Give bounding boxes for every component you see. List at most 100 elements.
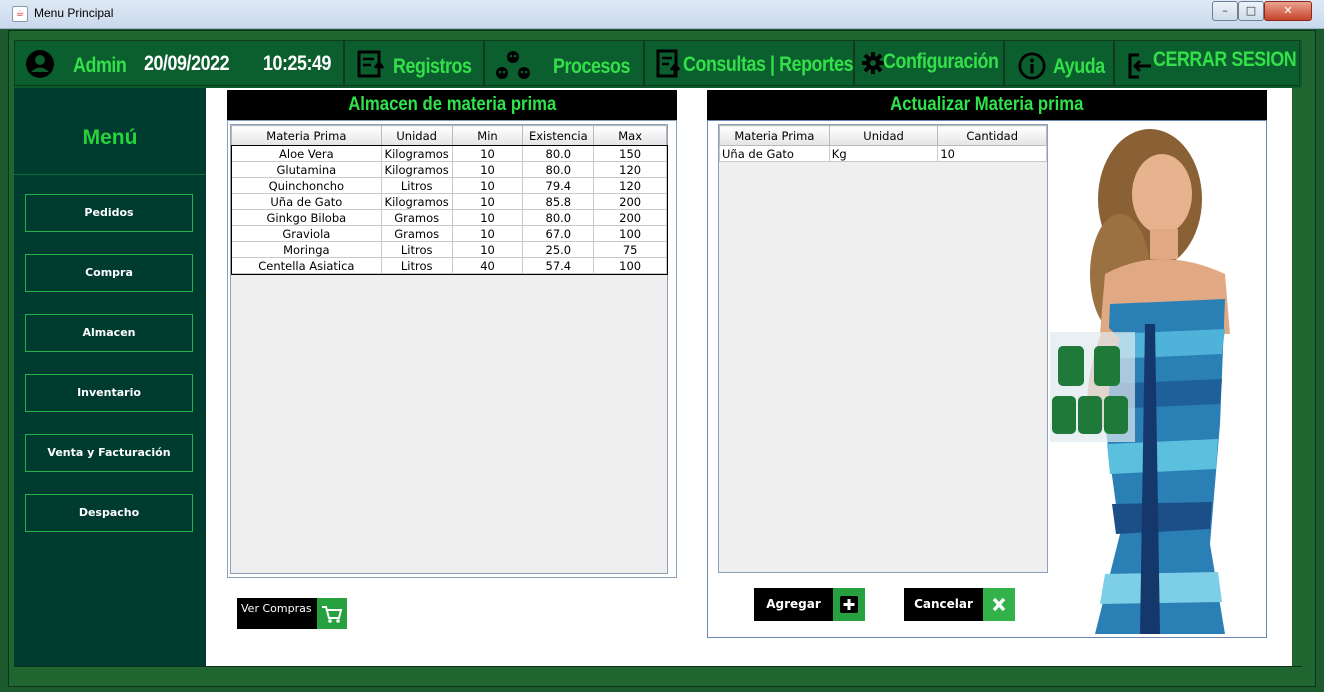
cell-materia[interactable]: Graviola bbox=[231, 225, 382, 242]
actualizar-header: Actualizar Materia prima bbox=[707, 90, 1267, 120]
almacen-title: Almacen de materia prima bbox=[347, 94, 557, 115]
cell-min[interactable]: 10 bbox=[451, 225, 524, 242]
actualizar-table[interactable]: Materia Prima Unidad Cantidad Uña de Gat… bbox=[719, 125, 1047, 162]
menu-procesos[interactable]: Procesos bbox=[484, 40, 644, 86]
plus-icon-bg bbox=[833, 588, 865, 621]
cell-max[interactable]: 120 bbox=[593, 161, 667, 178]
window-titlebar: ☕ Menu Principal – □ ✕ bbox=[0, 0, 1324, 29]
cell-max[interactable]: 200 bbox=[593, 193, 667, 210]
window-title: Menu Principal bbox=[34, 6, 114, 20]
col-materia-prima[interactable]: Materia Prima bbox=[231, 125, 382, 146]
cell-existencia[interactable]: 80.0 bbox=[522, 209, 595, 226]
menu-registros[interactable]: Registros bbox=[344, 40, 484, 86]
menu-ayuda[interactable]: Ayuda bbox=[1004, 40, 1114, 86]
cell-existencia[interactable]: 85.8 bbox=[522, 193, 595, 210]
cell-existencia[interactable]: 80.0 bbox=[522, 145, 595, 162]
sidebar-item-almacen[interactable]: Almacen bbox=[25, 314, 193, 352]
cell-min[interactable]: 10 bbox=[451, 241, 524, 258]
cell-unidad[interactable]: Litros bbox=[380, 257, 453, 274]
cell-materia[interactable]: Glutamina bbox=[231, 161, 382, 178]
cell-min[interactable]: 10 bbox=[451, 193, 524, 210]
cell-materia[interactable]: Uña de Gato bbox=[719, 145, 830, 162]
user-session-info: Admin 20/09/2022 10:25:49 bbox=[14, 40, 344, 86]
actualizar-table-scrollpane[interactable]: Materia Prima Unidad Cantidad Uña de Gat… bbox=[718, 124, 1048, 573]
close-icon bbox=[992, 597, 1006, 612]
cell-existencia[interactable]: 79.4 bbox=[522, 177, 595, 194]
registros-label: Registros bbox=[393, 55, 472, 78]
col-materia-prima[interactable]: Materia Prima bbox=[719, 125, 830, 146]
sidebar-item-compra[interactable]: Compra bbox=[25, 254, 193, 292]
cell-materia[interactable]: Quinchoncho bbox=[231, 177, 382, 194]
cell-max[interactable]: 100 bbox=[593, 257, 667, 274]
col-min[interactable]: Min bbox=[451, 125, 524, 146]
table-row[interactable]: Moringa Litros 10 25.0 75 bbox=[231, 241, 667, 258]
sidebar-item-venta-facturacion[interactable]: Venta y Facturación bbox=[25, 434, 193, 472]
ver-compras-button[interactable]: Ver Compras bbox=[237, 598, 347, 629]
menu-consultas-reportes[interactable]: Consultas | Reportes bbox=[644, 40, 854, 86]
cell-cantidad[interactable]: 10 bbox=[937, 145, 1047, 162]
almacen-table-scrollpane[interactable]: Materia Prima Unidad Min Existencia Max … bbox=[230, 124, 668, 574]
cell-materia[interactable]: Ginkgo Biloba bbox=[231, 209, 382, 226]
col-unidad[interactable]: Unidad bbox=[380, 125, 453, 146]
cell-unidad[interactable]: Gramos bbox=[380, 225, 453, 242]
cell-existencia[interactable]: 57.4 bbox=[522, 257, 595, 274]
col-existencia[interactable]: Existencia bbox=[522, 125, 595, 146]
cell-existencia[interactable]: 80.0 bbox=[522, 161, 595, 178]
cell-unidad[interactable]: Litros bbox=[380, 241, 453, 258]
cell-unidad[interactable]: Kilogramos bbox=[380, 161, 453, 178]
col-max[interactable]: Max bbox=[593, 125, 667, 146]
cell-min[interactable]: 10 bbox=[451, 209, 524, 226]
time-label: 10:25:49 bbox=[263, 52, 332, 75]
close-window-button[interactable]: ✕ bbox=[1264, 1, 1312, 21]
sidebar-item-pedidos[interactable]: Pedidos bbox=[25, 194, 193, 232]
cell-existencia[interactable]: 25.0 bbox=[522, 241, 595, 258]
menu-cerrar-sesion[interactable]: CERRAR SESION bbox=[1114, 40, 1300, 86]
menu-configuracion[interactable]: Configuración bbox=[854, 40, 1004, 86]
cell-materia[interactable]: Moringa bbox=[231, 241, 382, 258]
cell-unidad[interactable]: Kg bbox=[828, 145, 939, 162]
cell-existencia[interactable]: 67.0 bbox=[522, 225, 595, 242]
table-row[interactable]: Uña de Gato Kg 10 bbox=[719, 145, 1047, 162]
cell-max[interactable]: 150 bbox=[593, 145, 667, 162]
cell-materia[interactable]: Uña de Gato bbox=[231, 193, 382, 210]
cell-max[interactable]: 100 bbox=[593, 225, 667, 242]
right-frame-border bbox=[1292, 88, 1302, 666]
cell-max[interactable]: 120 bbox=[593, 177, 667, 194]
cell-materia[interactable]: Aloe Vera bbox=[231, 145, 382, 162]
cell-unidad[interactable]: Kilogramos bbox=[380, 193, 453, 210]
cell-min[interactable]: 40 bbox=[451, 257, 524, 274]
agregar-label: Agregar bbox=[766, 597, 821, 611]
sidebar-divider bbox=[14, 174, 206, 175]
cell-unidad[interactable]: Gramos bbox=[380, 209, 453, 226]
col-cantidad[interactable]: Cantidad bbox=[937, 125, 1047, 146]
cell-min[interactable]: 10 bbox=[451, 145, 524, 162]
minimize-button[interactable]: – bbox=[1212, 1, 1238, 21]
cell-unidad[interactable]: Litros bbox=[380, 177, 453, 194]
sidebar-item-despacho[interactable]: Despacho bbox=[25, 494, 193, 532]
maximize-button[interactable]: □ bbox=[1238, 1, 1264, 21]
consultas-icon bbox=[656, 49, 681, 78]
almacen-header: Almacen de materia prima bbox=[227, 90, 677, 120]
table-row[interactable]: Graviola Gramos 10 67.0 100 bbox=[231, 225, 667, 242]
cell-unidad[interactable]: Kilogramos bbox=[380, 145, 453, 162]
table-row[interactable]: Uña de Gato Kilogramos 10 85.8 200 bbox=[231, 193, 667, 210]
plus-icon bbox=[840, 596, 858, 613]
configuracion-label: Configuración bbox=[883, 50, 999, 73]
cell-materia[interactable]: Centella Asiatica bbox=[231, 257, 382, 274]
col-unidad[interactable]: Unidad bbox=[828, 125, 939, 146]
agregar-button[interactable]: Agregar bbox=[754, 588, 865, 621]
cell-max[interactable]: 75 bbox=[593, 241, 667, 258]
table-row[interactable]: Centella Asiatica Litros 40 57.4 100 bbox=[231, 257, 667, 274]
shopping-cart-icon bbox=[322, 606, 343, 623]
cell-max[interactable]: 200 bbox=[593, 209, 667, 226]
table-row[interactable]: Ginkgo Biloba Gramos 10 80.0 200 bbox=[231, 209, 667, 226]
almacen-table[interactable]: Materia Prima Unidad Min Existencia Max … bbox=[230, 125, 668, 275]
consultas-label: Consultas | Reportes bbox=[683, 53, 854, 76]
cell-min[interactable]: 10 bbox=[451, 161, 524, 178]
table-row[interactable]: Glutamina Kilogramos 10 80.0 120 bbox=[231, 161, 667, 178]
sidebar-item-inventario[interactable]: Inventario bbox=[25, 374, 193, 412]
table-row[interactable]: Quinchoncho Litros 10 79.4 120 bbox=[231, 177, 667, 194]
table-row[interactable]: Aloe Vera Kilogramos 10 80.0 150 bbox=[231, 145, 667, 162]
cancelar-button[interactable]: Cancelar bbox=[904, 588, 1015, 621]
cell-min[interactable]: 10 bbox=[451, 177, 524, 194]
